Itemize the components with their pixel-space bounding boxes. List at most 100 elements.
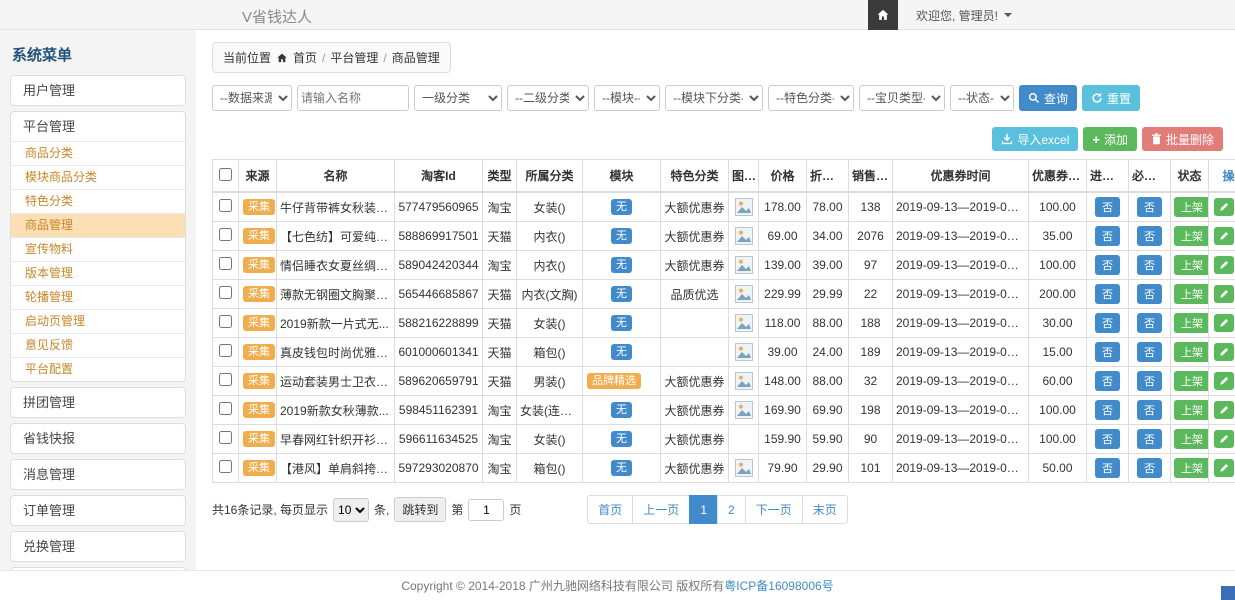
row-checkbox[interactable] <box>219 431 232 444</box>
must-buy-toggle[interactable]: 否 <box>1137 400 1162 420</box>
filter-select-item-type[interactable]: --宝贝类型-- <box>859 85 945 111</box>
row-checkbox[interactable] <box>219 199 232 212</box>
edit-button[interactable] <box>1214 198 1234 216</box>
import-optional-toggle[interactable]: 否 <box>1095 197 1120 217</box>
row-checkbox[interactable] <box>219 344 232 357</box>
page-button-3[interactable]: 2 <box>717 495 746 524</box>
import-optional-toggle[interactable]: 否 <box>1095 313 1120 333</box>
sidebar-subitem[interactable]: 版本管理 <box>11 261 185 285</box>
select-all-checkbox[interactable] <box>219 168 232 181</box>
search-button[interactable]: 查询 <box>1019 85 1077 111</box>
filter-select-level2-category[interactable]: --二级分类-- <box>507 85 589 111</box>
row-checkbox[interactable] <box>219 228 232 241</box>
filter-select-feature-category[interactable]: --特色分类-- <box>768 85 854 111</box>
page-button-1[interactable]: 上一页 <box>632 495 690 524</box>
filter-select-data-source[interactable]: --数据来源-- <box>212 85 292 111</box>
import-optional-toggle[interactable]: 否 <box>1095 284 1120 304</box>
sidebar-subitem[interactable]: 轮播管理 <box>11 285 185 309</box>
must-buy-toggle[interactable]: 否 <box>1137 197 1162 217</box>
page-button-5[interactable]: 末页 <box>802 495 848 524</box>
row-checkbox[interactable] <box>219 315 232 328</box>
name-search-input[interactable] <box>297 85 409 111</box>
sidebar-item[interactable]: 拼团管理 <box>11 388 185 417</box>
import-optional-toggle[interactable]: 否 <box>1095 342 1120 362</box>
import-optional-toggle[interactable]: 否 <box>1095 429 1120 449</box>
reset-button[interactable]: 重置 <box>1082 85 1140 111</box>
status-toggle[interactable]: 上架 <box>1174 284 1209 304</box>
edit-button[interactable] <box>1214 372 1234 390</box>
page-button-2[interactable]: 1 <box>689 495 718 524</box>
row-checkbox[interactable] <box>219 373 232 386</box>
sidebar-subitem[interactable]: 宣传物料 <box>11 237 185 261</box>
edit-button[interactable] <box>1214 314 1234 332</box>
must-buy-toggle[interactable]: 否 <box>1137 342 1162 362</box>
import-optional-toggle[interactable]: 否 <box>1095 458 1120 478</box>
sidebar-subitem[interactable]: 商品分类 <box>11 141 185 165</box>
filter-select-module-subcategory[interactable]: --模块下分类-- <box>665 85 763 111</box>
edit-button[interactable] <box>1214 401 1234 419</box>
status-toggle[interactable]: 上架 <box>1174 313 1209 333</box>
cell-checkbox <box>213 454 239 483</box>
import-optional-toggle[interactable]: 否 <box>1095 226 1120 246</box>
import-excel-button[interactable]: 导入excel <box>992 127 1078 151</box>
row-checkbox[interactable] <box>219 257 232 270</box>
edit-button[interactable] <box>1214 227 1234 245</box>
sidebar-subitem[interactable]: 模块商品分类 <box>11 165 185 189</box>
must-buy-toggle[interactable]: 否 <box>1137 458 1162 478</box>
import-optional-toggle[interactable]: 否 <box>1095 400 1120 420</box>
page-size-select[interactable]: 10 <box>333 498 369 522</box>
edit-button[interactable] <box>1214 430 1234 448</box>
filter-select-level1-category[interactable]: 一级分类 <box>414 85 502 111</box>
status-toggle[interactable]: 上架 <box>1174 226 1209 246</box>
edit-button[interactable] <box>1214 343 1234 361</box>
status-toggle[interactable]: 上架 <box>1174 458 1209 478</box>
sidebar-item[interactable]: 兑换管理 <box>11 532 185 561</box>
page-button-0[interactable]: 首页 <box>587 495 633 524</box>
home-button[interactable] <box>868 0 898 30</box>
edit-button[interactable] <box>1214 459 1234 477</box>
cell-import-optional: 否 <box>1087 251 1129 280</box>
row-checkbox[interactable] <box>219 286 232 299</box>
must-buy-toggle[interactable]: 否 <box>1137 371 1162 391</box>
import-optional-toggle[interactable]: 否 <box>1095 255 1120 275</box>
status-toggle[interactable]: 上架 <box>1174 255 1209 275</box>
import-optional-toggle[interactable]: 否 <box>1095 371 1120 391</box>
status-toggle[interactable]: 上架 <box>1174 371 1209 391</box>
corner-widget[interactable] <box>1221 586 1235 600</box>
status-toggle[interactable]: 上架 <box>1174 197 1209 217</box>
batch-delete-button[interactable]: 批量删除 <box>1142 127 1223 151</box>
cell-feature: 大额优惠券 <box>661 192 729 222</box>
sidebar-item[interactable]: 用户管理 <box>11 76 185 105</box>
status-toggle[interactable]: 上架 <box>1174 342 1209 362</box>
must-buy-toggle[interactable]: 否 <box>1137 226 1162 246</box>
status-toggle[interactable]: 上架 <box>1174 429 1209 449</box>
sidebar-item[interactable]: 省钱快报 <box>11 424 185 453</box>
filter-select-status[interactable]: --状态-- <box>950 85 1014 111</box>
filter-select-module[interactable]: --模块-- <box>594 85 660 111</box>
sidebar-subitem[interactable]: 启动页管理 <box>11 309 185 333</box>
row-checkbox[interactable] <box>219 402 232 415</box>
sidebar-item[interactable]: 消息管理 <box>11 460 185 489</box>
jump-button[interactable]: 跳转到 <box>394 497 446 522</box>
must-buy-toggle[interactable]: 否 <box>1137 284 1162 304</box>
jump-page-input[interactable] <box>468 499 504 521</box>
user-menu[interactable]: 欢迎您, 管理员! <box>916 7 1012 24</box>
edit-button[interactable] <box>1214 285 1234 303</box>
breadcrumb-home-link[interactable]: 首页 <box>293 49 317 66</box>
sidebar-subitem[interactable]: 意见反馈 <box>11 333 185 357</box>
icp-link[interactable]: 粤ICP备16098006号 <box>724 577 833 594</box>
row-checkbox[interactable] <box>219 460 232 473</box>
sidebar-subitem[interactable]: 商品管理 <box>11 213 185 237</box>
page-button-4[interactable]: 下一页 <box>745 495 803 524</box>
edit-button[interactable] <box>1214 256 1234 274</box>
sidebar-subitem[interactable]: 平台配置 <box>11 357 185 381</box>
sidebar-item[interactable]: 平台管理 <box>11 112 185 141</box>
sidebar-subitem[interactable]: 特色分类 <box>11 189 185 213</box>
must-buy-toggle[interactable]: 否 <box>1137 429 1162 449</box>
must-buy-toggle[interactable]: 否 <box>1137 313 1162 333</box>
sidebar-item[interactable]: 订单管理 <box>11 496 185 525</box>
breadcrumb-separator: / <box>383 51 386 65</box>
status-toggle[interactable]: 上架 <box>1174 400 1209 420</box>
must-buy-toggle[interactable]: 否 <box>1137 255 1162 275</box>
add-button[interactable]: + 添加 <box>1083 127 1137 151</box>
